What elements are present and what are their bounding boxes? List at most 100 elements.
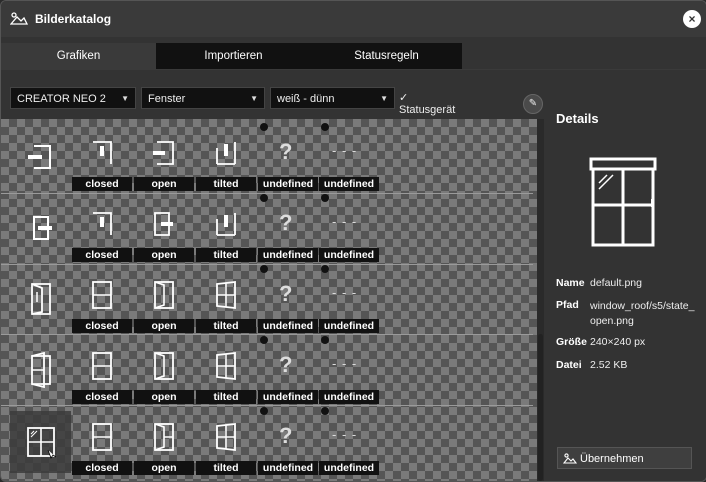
details-heading: Details xyxy=(556,111,599,126)
detail-size-row: Größe 240×240 px xyxy=(556,336,645,348)
image-cell[interactable] xyxy=(10,121,71,191)
dash-placeholder: - - - xyxy=(332,214,358,229)
state-label: open xyxy=(134,390,194,404)
tab-divider xyxy=(1,69,706,70)
status-dot-icon xyxy=(260,194,268,202)
status-dot-icon xyxy=(321,194,329,202)
state-label: undefined xyxy=(258,319,318,333)
image-cell[interactable]: tilted xyxy=(195,192,256,262)
question-mark-icon: ? xyxy=(279,423,293,448)
detail-name-key: Name xyxy=(556,277,585,289)
window-open-icon xyxy=(153,352,174,381)
window-closed-icon xyxy=(91,423,112,452)
window-closed-icon xyxy=(91,281,112,310)
image-cell-selected[interactable] xyxy=(10,411,71,473)
image-cell[interactable]: - - - undefined xyxy=(318,334,379,404)
question-mark-icon: ? xyxy=(279,210,293,235)
image-row: closed open tilted ? undefined - - - und… xyxy=(1,192,533,262)
window-roof-icon xyxy=(26,427,56,459)
image-cell[interactable]: open xyxy=(133,192,194,262)
image-cell[interactable]: closed xyxy=(71,334,132,404)
style-dropdown[interactable]: weiß - dünn ▼ xyxy=(270,87,395,109)
door-handle-closed-icon xyxy=(27,145,51,170)
image-cell[interactable]: closed xyxy=(71,263,132,333)
image-icon xyxy=(563,453,577,464)
device-dropdown[interactable]: CREATOR NEO 2 ▼ xyxy=(10,87,136,109)
state-label: undefined xyxy=(258,390,318,404)
category-dropdown-value: Fenster xyxy=(148,93,186,105)
edit-pencil-button[interactable]: ✎ xyxy=(523,94,543,114)
status-dot-icon xyxy=(260,336,268,344)
grid-scrollbar[interactable] xyxy=(537,119,544,481)
image-cell[interactable]: open xyxy=(133,263,194,333)
image-cell[interactable]: - - - undefined xyxy=(318,192,379,262)
image-cell[interactable] xyxy=(10,192,71,262)
tab-statusregeln[interactable]: Statusregeln xyxy=(311,43,462,69)
status-device-checkbox[interactable]: ✓ Statusgerät xyxy=(399,91,455,116)
door-handle-tilted-icon xyxy=(215,142,236,166)
door-handle-open-icon xyxy=(152,141,174,166)
window-open-icon xyxy=(153,423,174,452)
state-label: tilted xyxy=(196,248,256,262)
image-cell[interactable]: ? undefined xyxy=(257,334,318,404)
state-label: tilted xyxy=(196,319,256,333)
image-cell[interactable]: closed xyxy=(71,192,132,262)
image-catalog-dialog: Bilderkatalog × Grafiken Importieren Sta… xyxy=(0,0,706,482)
pencil-icon: ✎ xyxy=(528,98,538,109)
image-cell[interactable]: - - - undefined xyxy=(318,263,379,333)
device-dropdown-value: CREATOR NEO 2 xyxy=(17,93,106,105)
image-cell[interactable]: ? undefined xyxy=(257,192,318,262)
window-open-icon xyxy=(30,283,51,316)
close-button[interactable]: × xyxy=(683,10,701,28)
door-handle-open-icon xyxy=(32,216,52,241)
detail-file-key: Datei xyxy=(556,359,582,371)
image-cell[interactable] xyxy=(10,334,71,404)
image-cell[interactable]: ? undefined xyxy=(257,263,318,333)
scrollbar-thumb[interactable] xyxy=(538,334,543,481)
image-grid[interactable]: closed open tilted ? undefined - - - und… xyxy=(1,119,541,481)
state-label: undefined xyxy=(319,319,379,333)
state-label: open xyxy=(134,461,194,475)
detail-name-row: Name default.png xyxy=(556,277,642,289)
image-cell[interactable]: open xyxy=(133,405,194,475)
checkmark-icon: ✓ xyxy=(399,92,409,104)
image-cell[interactable] xyxy=(10,263,71,333)
state-label: closed xyxy=(72,248,132,262)
title-bar: Bilderkatalog × xyxy=(1,1,706,37)
image-cell[interactable]: ? undefined xyxy=(257,121,318,191)
image-cell[interactable]: closed xyxy=(71,405,132,475)
tab-grafiken[interactable]: Grafiken xyxy=(1,43,156,69)
detail-size-key: Größe xyxy=(556,336,587,348)
door-handle-tilted-icon xyxy=(215,213,236,237)
image-cell[interactable]: tilted xyxy=(195,121,256,191)
chevron-down-icon: ▼ xyxy=(250,94,258,103)
style-dropdown-value: weiß - dünn xyxy=(277,93,335,105)
status-dot-icon xyxy=(321,123,329,131)
state-label: closed xyxy=(72,319,132,333)
state-label: open xyxy=(134,248,194,262)
status-dot-icon xyxy=(260,407,268,415)
apply-button[interactable]: Übernehmen xyxy=(557,447,692,469)
image-cell[interactable]: open xyxy=(133,121,194,191)
image-row: closed open tilted ? undefined - - - und… xyxy=(1,121,533,191)
window-tilted-icon xyxy=(215,281,236,310)
state-label: undefined xyxy=(258,177,318,191)
tab-importieren[interactable]: Importieren xyxy=(156,43,311,69)
window-title: Bilderkatalog xyxy=(35,12,112,26)
category-dropdown[interactable]: Fenster ▼ xyxy=(141,87,265,109)
status-dot-icon xyxy=(260,123,268,131)
image-cell[interactable]: tilted xyxy=(195,334,256,404)
details-panel: Details Name default.png Pfad window_roo… xyxy=(547,111,706,481)
image-cell[interactable]: - - - undefined xyxy=(318,405,379,475)
window-open-icon xyxy=(153,281,174,310)
image-cell[interactable]: - - - undefined xyxy=(318,121,379,191)
state-label: closed xyxy=(72,461,132,475)
image-cell[interactable]: tilted xyxy=(195,263,256,333)
image-cell[interactable]: closed xyxy=(71,121,132,191)
state-label: tilted xyxy=(196,461,256,475)
state-label: tilted xyxy=(196,177,256,191)
image-cell[interactable]: ? undefined xyxy=(257,405,318,475)
image-cell[interactable]: tilted xyxy=(195,405,256,475)
status-dot-icon xyxy=(321,336,329,344)
image-cell[interactable]: open xyxy=(133,334,194,404)
